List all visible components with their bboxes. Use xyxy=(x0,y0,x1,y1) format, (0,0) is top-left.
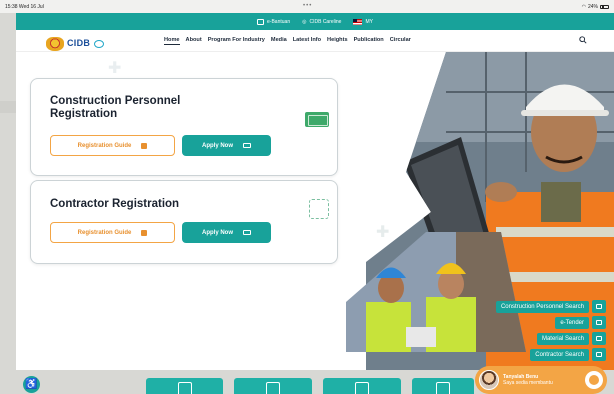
nav-about[interactable]: About xyxy=(186,37,202,45)
chat-icon xyxy=(589,375,599,385)
chatbot-text: Tanyalah Benu Saya sedia membantu xyxy=(503,374,553,386)
contractor-registration-card: Contractor Registration Registration Gui… xyxy=(30,180,338,264)
chatbot-subtitle: Saya sedia membantu xyxy=(503,380,553,386)
quick-link-label: Contractor Search xyxy=(530,348,589,361)
status-date: Wed 16 Jul xyxy=(18,3,44,10)
apply-now-button[interactable]: Apply Now xyxy=(182,222,271,243)
people-icon xyxy=(436,382,450,394)
quick-link-label: Construction Personnel Search xyxy=(495,300,589,313)
wifi-icon: ◠ xyxy=(581,3,586,10)
people-icon xyxy=(592,348,606,361)
gear-icon xyxy=(592,332,606,345)
nav-home[interactable]: Home xyxy=(164,37,180,45)
service-tile[interactable] xyxy=(146,378,223,394)
registration-guide-button[interactable]: Registration Guide xyxy=(50,222,175,243)
search-icon[interactable] xyxy=(579,36,587,44)
accessibility-icon[interactable]: ♿ xyxy=(23,376,40,393)
utility-link-careline[interactable]: ◎ CIDB Careline xyxy=(302,19,341,25)
button-label: Registration Guide xyxy=(77,142,132,149)
utility-link-e-bantuan[interactable]: e-Bantuan xyxy=(257,18,291,25)
language-label: MY xyxy=(365,18,373,25)
id-card-illustration xyxy=(305,112,329,127)
battery-icon xyxy=(600,4,609,9)
quick-link-personnel-search[interactable]: Construction Personnel Search xyxy=(495,300,606,313)
left-margin xyxy=(0,13,16,394)
apply-now-button[interactable]: Apply Now xyxy=(182,135,271,156)
quick-link-material-search[interactable]: Material Search xyxy=(536,332,606,345)
certificate-illustration xyxy=(309,199,329,219)
service-tile[interactable] xyxy=(323,378,401,394)
quick-link-label: Material Search xyxy=(536,332,589,345)
button-label: Registration Guide xyxy=(77,229,132,236)
hero-section: ✚ ✚ Construction Personnel Registration … xyxy=(16,52,614,370)
cube-icon xyxy=(355,382,369,394)
book-icon xyxy=(141,142,148,149)
decorative-plus-icon: ✚ xyxy=(108,60,122,77)
card-title: Contractor Registration xyxy=(50,198,180,210)
id-card-icon xyxy=(592,300,606,313)
button-label: Apply Now xyxy=(202,142,233,149)
os-status-bar: 15:38 Wed 16 Jul ••• ◠ 24% xyxy=(0,0,614,13)
help-desk-icon xyxy=(257,18,265,25)
quick-link-label: e-Tender xyxy=(555,316,589,329)
chatbot-widget[interactable]: Tanyalah Benu Saya sedia membantu xyxy=(475,366,607,394)
chatbot-avatar xyxy=(479,370,499,390)
nav-links: Home About Program For Industry Media La… xyxy=(164,37,411,45)
cidb-mark-icon xyxy=(94,40,105,48)
quick-link-e-tender[interactable]: e-Tender xyxy=(555,316,606,329)
nav-publication[interactable]: Publication xyxy=(354,37,384,45)
status-time: 15:38 xyxy=(5,3,18,10)
registration-guide-button[interactable]: Registration Guide xyxy=(50,135,175,156)
service-tile[interactable] xyxy=(234,378,312,394)
quick-link-contractor-search[interactable]: Contractor Search xyxy=(530,348,606,361)
nav-circular[interactable]: Circular xyxy=(390,37,411,45)
card-title: Construction Personnel Registration xyxy=(50,95,181,120)
cash-icon xyxy=(243,230,251,235)
location-pin-icon: ◎ xyxy=(302,18,307,25)
clipboard-icon xyxy=(266,382,280,394)
main-navbar: CIDB MALAYSIA Home About Program For Ind… xyxy=(16,30,614,55)
nav-latest-info[interactable]: Latest Info xyxy=(293,37,321,45)
chat-open-button[interactable] xyxy=(585,371,603,389)
utility-link-label: e-Bantuan xyxy=(267,18,291,25)
flag-icon xyxy=(353,18,363,25)
quick-links: Construction Personnel Search e-Tender M… xyxy=(495,300,606,361)
button-label: Apply Now xyxy=(202,229,233,236)
document-icon xyxy=(592,316,606,329)
nav-heights[interactable]: Heights xyxy=(327,37,348,45)
cash-icon xyxy=(243,143,251,148)
nav-media[interactable]: Media xyxy=(271,37,287,45)
id-card-icon xyxy=(177,382,192,394)
book-icon xyxy=(141,229,148,236)
personnel-registration-card: Construction Personnel Registration Regi… xyxy=(30,78,338,176)
utility-bar: e-Bantuan ◎ CIDB Careline MY xyxy=(16,13,614,30)
utility-link-label: CIDB Careline xyxy=(309,18,342,25)
language-selector[interactable]: MY xyxy=(353,18,373,25)
multitask-dots-icon[interactable]: ••• xyxy=(303,3,312,9)
brand-name: CIDB xyxy=(67,38,91,48)
status-battery: 24% xyxy=(587,3,598,10)
service-tile[interactable] xyxy=(412,378,474,394)
nav-program-for-industry[interactable]: Program For Industry xyxy=(208,37,265,45)
crest-icon xyxy=(46,37,64,51)
